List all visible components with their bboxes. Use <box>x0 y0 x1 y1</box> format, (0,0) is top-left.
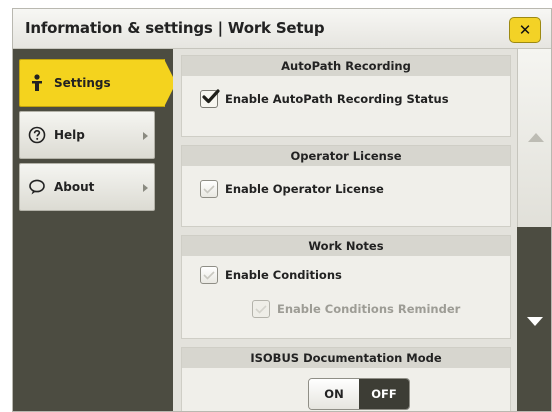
sidebar-item-settings[interactable]: Settings <box>19 59 176 107</box>
scrollbar[interactable] <box>517 49 551 411</box>
arrow-up-icon <box>528 133 544 142</box>
isobus-section: ISOBUS Documentation Mode ON OFF <box>181 347 511 411</box>
sidebar-item-label: Help <box>54 128 85 142</box>
section-header: AutoPath Recording <box>182 56 510 76</box>
scroll-down-button[interactable] <box>527 317 543 326</box>
check-icon <box>202 89 220 104</box>
checkbox-label: Enable Conditions Reminder <box>277 302 461 316</box>
chevron-right-icon <box>143 184 148 192</box>
title-bar: Information & settings | Work Setup ✕ <box>13 9 551 49</box>
sidebar-item-about[interactable]: About <box>19 163 155 211</box>
speech-bubble-icon <box>20 178 54 196</box>
checkbox[interactable] <box>252 300 270 318</box>
person-icon <box>20 74 54 92</box>
sidebar-item-label: About <box>54 180 95 194</box>
window-title: Information & settings | Work Setup <box>25 19 325 37</box>
sidebar-item-help[interactable]: Help <box>19 111 155 159</box>
check-placeholder-icon <box>255 304 267 314</box>
checkbox-label: Enable AutoPath Recording Status <box>225 92 449 106</box>
toggle-off-option[interactable]: OFF <box>359 379 409 409</box>
chevron-right-icon <box>143 132 148 140</box>
check-placeholder-icon <box>203 184 215 194</box>
close-icon: ✕ <box>518 21 532 39</box>
toggle-on-option[interactable]: ON <box>309 379 359 409</box>
work-setup-window: Information & settings | Work Setup ✕ Se… <box>12 8 552 412</box>
isobus-mode-toggle[interactable]: ON OFF <box>308 378 410 410</box>
settings-panel: AutoPath Recording Enable AutoPath Recor… <box>173 49 517 411</box>
autopath-section: AutoPath Recording Enable AutoPath Recor… <box>181 55 511 137</box>
section-header: Work Notes <box>182 236 510 256</box>
section-header: Operator License <box>182 146 510 166</box>
operator-license-checkbox[interactable]: Enable Operator License <box>200 180 384 198</box>
check-placeholder-icon <box>203 270 215 280</box>
checkbox[interactable] <box>200 266 218 284</box>
sidebar: Settings Help About <box>13 49 176 411</box>
checkbox[interactable] <box>200 89 220 108</box>
enable-conditions-checkbox[interactable]: Enable Conditions <box>200 266 342 284</box>
close-button[interactable]: ✕ <box>509 17 541 43</box>
scroll-up-button[interactable] <box>517 49 551 227</box>
autopath-status-checkbox[interactable]: Enable AutoPath Recording Status <box>200 89 449 108</box>
checkbox-label: Enable Operator License <box>225 182 384 196</box>
operator-license-section: Operator License Enable Operator License <box>181 145 511 227</box>
conditions-reminder-checkbox[interactable]: Enable Conditions Reminder <box>252 300 460 318</box>
sidebar-item-label: Settings <box>54 76 111 90</box>
question-icon <box>20 126 54 144</box>
work-notes-section: Work Notes Enable Conditions Enable Cond… <box>181 235 511 339</box>
checkbox-label: Enable Conditions <box>225 268 342 282</box>
checkbox[interactable] <box>200 180 218 198</box>
section-header: ISOBUS Documentation Mode <box>182 348 510 368</box>
